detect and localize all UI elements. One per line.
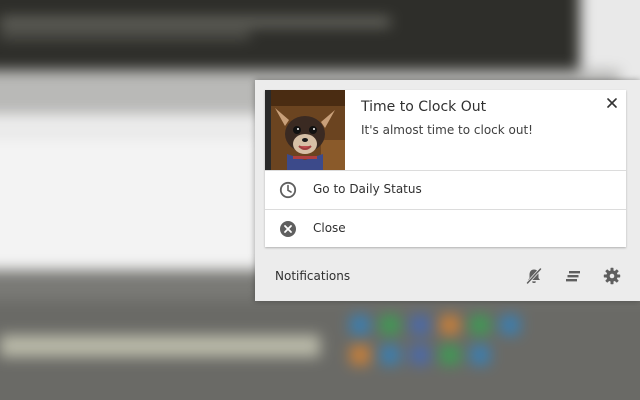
action-label: Go to Daily Status (313, 182, 422, 196)
mute-bell-icon[interactable] (524, 266, 544, 286)
notification-title: Time to Clock Out (361, 99, 487, 115)
notifications-label: Notifications (275, 269, 351, 283)
notification-center-panel: Time to Clock Out It's almost time to cl… (255, 80, 640, 301)
dog-photo (265, 90, 345, 170)
close-circle-icon (279, 220, 297, 238)
notification-message: It's almost time to clock out! (361, 123, 533, 137)
go-to-daily-status-button[interactable]: Go to Daily Status (265, 171, 626, 209)
clock-icon (279, 181, 297, 199)
gear-icon[interactable] (602, 266, 622, 286)
notification-card[interactable]: Time to Clock Out It's almost time to cl… (265, 90, 626, 247)
close-icon[interactable] (604, 95, 620, 111)
close-button[interactable]: Close (265, 210, 626, 248)
clear-all-icon[interactable] (563, 266, 583, 286)
action-label: Close (313, 221, 346, 235)
